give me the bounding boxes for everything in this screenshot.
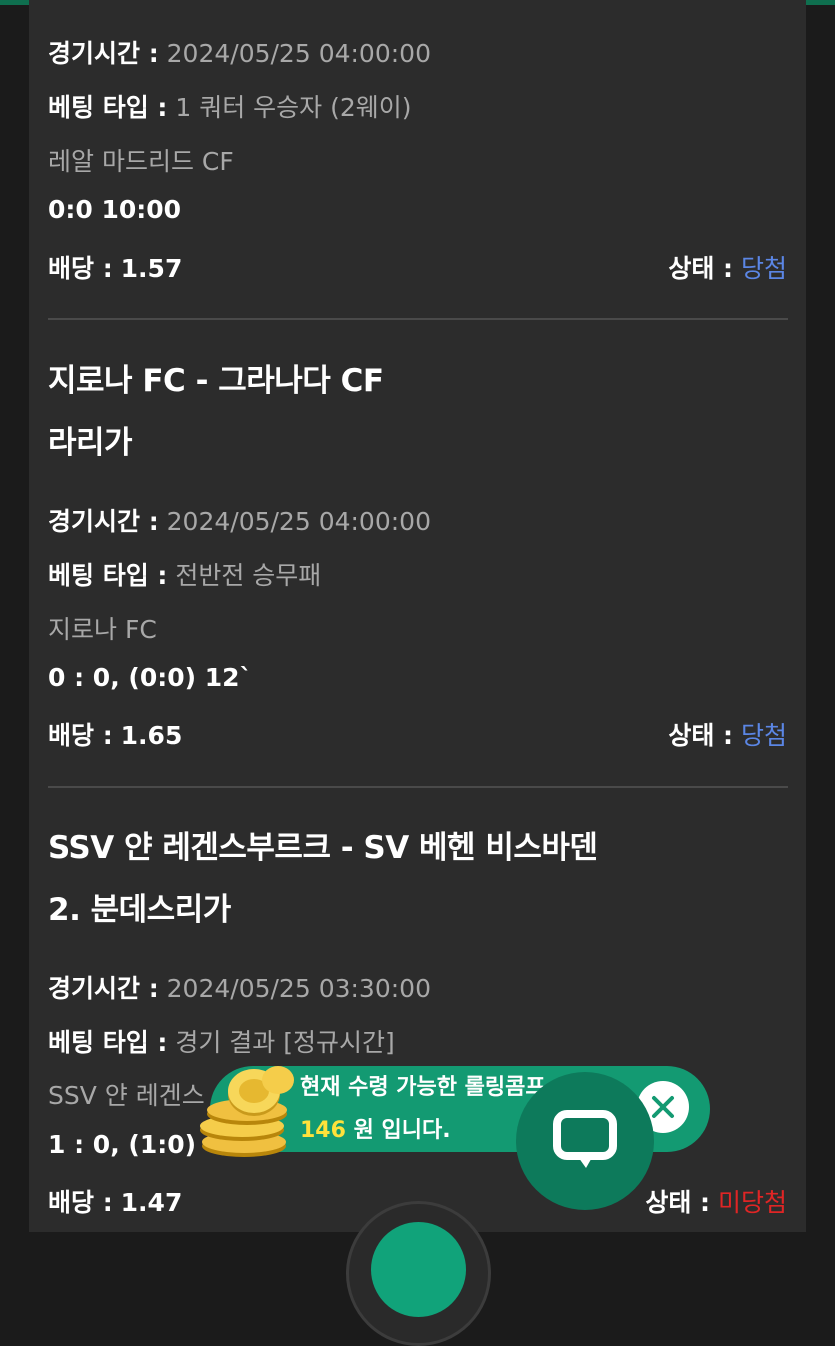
type-value: 경기 결과 [정규시간] [175,1028,395,1057]
bet-time-row: 경기시간 : 2024/05/25 03:30:00 [48,969,431,1005]
bottom-nav-inner [371,1222,466,1317]
status-value-win: 당첨 [740,721,787,750]
league-name: 라리가 [48,425,133,461]
time-value: 2024/05/25 04:00:00 [166,39,431,68]
bet-status-row: 상태 : 미당첨 [645,1183,787,1219]
type-value: 전반전 승무패 [175,561,322,590]
type-label: 베팅 타입 : [48,93,168,122]
odds-label: 배당 : [48,721,113,750]
odds-value: 1.47 [120,1188,183,1217]
bet-time-row: 경기시간 : 2024/05/25 04:00:00 [48,502,431,538]
league-name: 2. 분데스리가 [48,892,231,928]
time-label: 경기시간 : [48,974,159,1003]
type-value: 1 쿼터 우승자 (2웨이) [175,93,412,122]
promo-text-line2: 146 원 입니다. [300,1112,451,1144]
divider [48,786,788,788]
promo-amount-suffix: 원 입니다. [353,1118,451,1143]
divider [48,318,788,320]
status-label: 상태 : [668,254,734,283]
status-value-win: 당첨 [740,254,787,283]
chat-button[interactable] [516,1072,654,1210]
status-value-lose: 미당첨 [717,1188,787,1217]
bet-odds-row: 배당 : 1.57 [48,249,182,285]
bet-status-row: 상태 : 당첨 [668,716,787,752]
status-label: 상태 : [668,721,734,750]
bet-status-row: 상태 : 당첨 [668,249,787,285]
bet-odds-row: 배당 : 1.65 [48,716,182,752]
odds-value: 1.57 [120,254,183,283]
bottom-nav-button[interactable] [346,1201,491,1346]
bet-type-row: 베팅 타입 : 1 쿼터 우승자 (2웨이) [48,88,412,124]
promo-text-line1: 현재 수령 가능한 롤링콤프 [300,1075,546,1100]
bet-score: 0:0 10:00 [48,195,182,224]
odds-value: 1.65 [120,721,183,750]
time-label: 경기시간 : [48,39,159,68]
odds-label: 배당 : [48,1188,113,1217]
bet-pick: 지로나 FC [48,615,157,644]
close-icon [652,1096,674,1118]
bet-pick: SSV 얀 레겐스 [48,1081,205,1110]
type-label: 베팅 타입 : [48,561,168,590]
odds-label: 배당 : [48,254,113,283]
bet-score: 0 : 0, (0:0) 12` [48,663,253,692]
status-label: 상태 : [645,1188,711,1217]
time-value: 2024/05/25 04:00:00 [166,507,431,536]
bet-pick: 레알 마드리드 CF [48,147,234,176]
time-value: 2024/05/25 03:30:00 [166,974,431,1003]
bet-type-row: 베팅 타입 : 전반전 승무패 [48,556,321,592]
time-label: 경기시간 : [48,507,159,536]
match-title: 지로나 FC - 그라나다 CF [48,363,384,399]
bet-type-row: 베팅 타입 : 경기 결과 [정규시간] [48,1023,395,1059]
match-title: SSV 얀 레겐스부르크 - SV 베헨 비스바덴 [48,830,598,866]
bet-time-row: 경기시간 : 2024/05/25 04:00:00 [48,34,431,70]
gold-coins-icon [200,1066,294,1157]
bet-odds-row: 배당 : 1.47 [48,1183,182,1219]
type-label: 베팅 타입 : [48,1028,168,1057]
promo-amount: 146 [300,1118,346,1143]
chat-bubble-icon [553,1110,617,1168]
